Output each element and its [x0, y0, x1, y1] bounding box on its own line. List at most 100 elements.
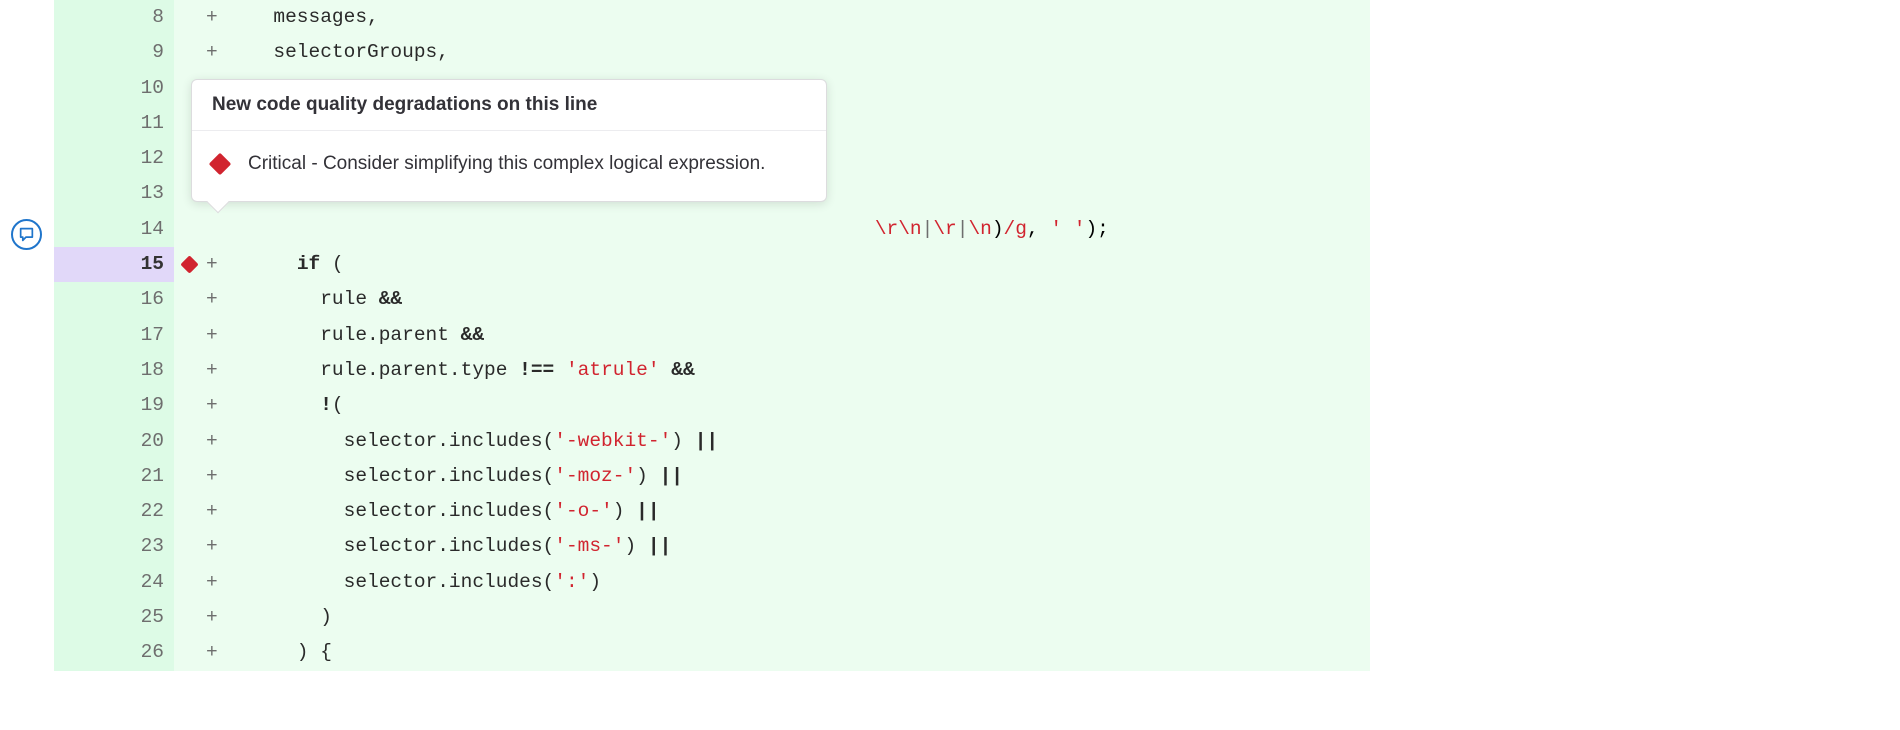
diff-row[interactable]: 14 — [54, 212, 1370, 247]
gutter-old — [54, 35, 114, 70]
diff-sign: + — [204, 353, 250, 388]
diff-sign-column: + — [174, 529, 250, 564]
gutter-old — [54, 388, 114, 423]
diff-sign: + — [204, 424, 250, 459]
line-number-new[interactable]: 21 — [114, 459, 174, 494]
gutter-old — [54, 247, 114, 282]
code-content[interactable]: selectorGroups, — [250, 35, 1370, 70]
gutter-old — [54, 459, 114, 494]
peeking-code-fragment: \r\n|\r|\n)/g, ' '); — [828, 177, 1109, 212]
line-number-new[interactable]: 22 — [114, 494, 174, 529]
code-content[interactable]: selector.includes(':') — [250, 565, 1370, 600]
diff-sign-column: + — [174, 565, 250, 600]
code-content[interactable]: selector.includes('-webkit-') || — [250, 424, 1370, 459]
diff-sign-column: + — [174, 282, 250, 317]
diff-row[interactable]: 16 + rule && — [54, 282, 1370, 317]
diff-row[interactable]: 25 + ) — [54, 600, 1370, 635]
diff-sign: + — [204, 0, 250, 35]
line-number-new[interactable]: 25 — [114, 600, 174, 635]
line-number-new[interactable]: 8 — [114, 0, 174, 35]
line-number-new[interactable]: 20 — [114, 424, 174, 459]
code-content[interactable]: selector.includes('-ms-') || — [250, 529, 1370, 564]
gutter-old — [54, 141, 114, 176]
line-number-new[interactable]: 15 — [114, 247, 174, 282]
gutter-old — [54, 635, 114, 670]
diff-sign-column: + — [174, 318, 250, 353]
diff-row[interactable]: 23 + selector.includes('-ms-') || — [54, 529, 1370, 564]
code-content[interactable]: !( — [250, 388, 1370, 423]
line-number-new[interactable]: 12 — [114, 141, 174, 176]
tooltip-body: Critical - Consider simplifying this com… — [192, 131, 826, 201]
gutter-old — [54, 529, 114, 564]
line-number-new[interactable]: 19 — [114, 388, 174, 423]
code-content[interactable]: if ( — [250, 247, 1370, 282]
diff-sign: + — [204, 35, 250, 70]
code-quality-marker-icon[interactable] — [180, 256, 198, 274]
code-content[interactable] — [250, 212, 1370, 247]
diff-row[interactable]: 22 + selector.includes('-o-') || — [54, 494, 1370, 529]
diff-row[interactable]: 21 + selector.includes('-moz-') || — [54, 459, 1370, 494]
line-number-new[interactable]: 17 — [114, 318, 174, 353]
gutter-old — [54, 353, 114, 388]
diff-sign-column: + — [174, 353, 250, 388]
line-number-new[interactable]: 13 — [114, 176, 174, 211]
gutter-old — [54, 424, 114, 459]
severity-critical-icon — [209, 153, 232, 176]
diff-sign-column: + — [174, 388, 250, 423]
diff-sign-column: + — [174, 0, 250, 35]
comment-icon — [18, 226, 35, 243]
line-number-new[interactable]: 11 — [114, 106, 174, 141]
gutter-old — [54, 318, 114, 353]
line-number-new[interactable]: 23 — [114, 529, 174, 564]
gutter-old — [54, 282, 114, 317]
diff-sign: + — [204, 600, 250, 635]
diff-viewport: 8+ messages,9+ selectorGroups,10+ addSel… — [0, 0, 1900, 730]
code-content[interactable]: selector.includes('-o-') || — [250, 494, 1370, 529]
line-number-new[interactable]: 9 — [114, 35, 174, 70]
code-content[interactable]: messages, — [250, 0, 1370, 35]
diff-row[interactable]: 15 + if ( — [54, 247, 1370, 282]
diff-sign-column: + — [174, 459, 250, 494]
diff-row[interactable]: 9 + selectorGroups, — [54, 35, 1370, 70]
diff-sign: + — [204, 388, 250, 423]
diff-sign-column: + — [174, 35, 250, 70]
gutter-old — [54, 494, 114, 529]
tooltip-title: New code quality degradations on this li… — [192, 80, 826, 131]
code-content[interactable]: rule.parent.type !== 'atrule' && — [250, 353, 1370, 388]
gutter-old — [54, 176, 114, 211]
diff-sign: + — [204, 635, 250, 670]
diff-row[interactable]: 24 + selector.includes(':') — [54, 565, 1370, 600]
diff-sign: + — [204, 282, 250, 317]
code-content[interactable]: ) — [250, 600, 1370, 635]
diff-sign: + — [204, 565, 250, 600]
diff-row[interactable]: 26 + ) { — [54, 635, 1370, 670]
diff-sign: + — [204, 529, 250, 564]
line-number-new[interactable]: 26 — [114, 635, 174, 670]
gutter-old — [54, 565, 114, 600]
line-number-new[interactable]: 18 — [114, 353, 174, 388]
gutter-old — [54, 0, 114, 35]
code-content[interactable]: ) { — [250, 635, 1370, 670]
diff-row[interactable]: 17+ rule.parent && — [54, 318, 1370, 353]
diff-sign-column: + — [174, 600, 250, 635]
diff-row[interactable]: 8 + messages, — [54, 0, 1370, 35]
code-content[interactable]: rule.parent && — [250, 318, 1370, 353]
gutter-old — [54, 106, 114, 141]
line-number-new[interactable]: 16 — [114, 282, 174, 317]
line-number-new[interactable]: 24 — [114, 565, 174, 600]
diff-row[interactable]: 20 + selector.includes('-webkit-') || — [54, 424, 1370, 459]
line-number-new[interactable]: 14 — [114, 212, 174, 247]
gutter-old — [54, 600, 114, 635]
code-content[interactable]: rule && — [250, 282, 1370, 317]
diff-sign-column — [174, 212, 250, 247]
code-quality-tooltip: New code quality degradations on this li… — [191, 79, 827, 202]
diff-row[interactable]: 19 + !( — [54, 388, 1370, 423]
code-content[interactable]: selector.includes('-moz-') || — [250, 459, 1370, 494]
diff-sign: + — [204, 494, 250, 529]
diff-sign: + — [204, 459, 250, 494]
add-comment-button[interactable] — [11, 219, 42, 250]
diff-sign-column: + — [174, 635, 250, 670]
line-number-new[interactable]: 10 — [114, 71, 174, 106]
diff-sign: + — [204, 247, 250, 282]
diff-row[interactable]: 18 + rule.parent.type !== 'atrule' && — [54, 353, 1370, 388]
